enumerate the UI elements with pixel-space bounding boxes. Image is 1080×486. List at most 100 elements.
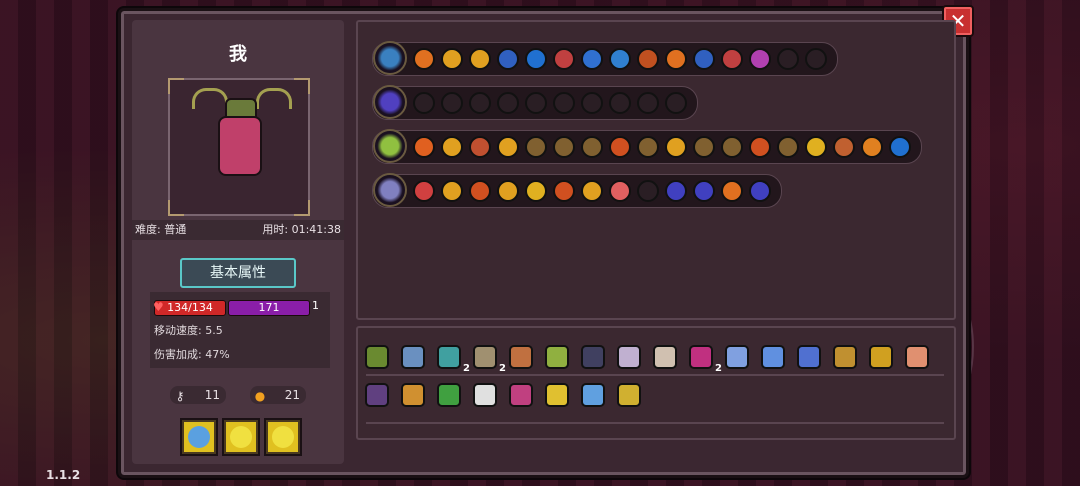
chest-icon[interactable] bbox=[373, 41, 407, 75]
difficulty-label: 难度: 普通 bbox=[135, 223, 187, 236]
map-icon[interactable]: 2 bbox=[436, 344, 470, 374]
rune-slot[interactable] bbox=[777, 136, 799, 158]
rune-slot[interactable] bbox=[637, 136, 659, 158]
rune-slot[interactable] bbox=[609, 92, 631, 114]
rune-slot[interactable] bbox=[497, 48, 519, 70]
potion-slot[interactable] bbox=[264, 418, 302, 456]
rune-slot[interactable] bbox=[525, 48, 547, 70]
rune-slot[interactable] bbox=[833, 136, 855, 158]
rune-slot[interactable] bbox=[749, 136, 771, 158]
rune-slot[interactable] bbox=[497, 180, 519, 202]
rune-slot[interactable] bbox=[497, 136, 519, 158]
inventory-panel: 2 2 2 bbox=[356, 326, 956, 440]
tab-basic-attributes[interactable]: 基本属性 bbox=[180, 258, 296, 288]
rune-slot[interactable] bbox=[665, 180, 687, 202]
meat-icon[interactable] bbox=[904, 344, 930, 370]
item-glyph bbox=[833, 345, 857, 369]
rune-slot[interactable] bbox=[889, 136, 911, 158]
rune-slot[interactable] bbox=[581, 48, 603, 70]
rune-slot[interactable] bbox=[413, 92, 435, 114]
card-icon[interactable] bbox=[400, 382, 426, 408]
rune-slot[interactable] bbox=[777, 48, 799, 70]
rune-slot[interactable] bbox=[441, 180, 463, 202]
log-icon[interactable] bbox=[508, 344, 534, 370]
crystal-icon[interactable] bbox=[724, 344, 750, 370]
item-glyph bbox=[365, 345, 389, 369]
teeth-icon[interactable] bbox=[472, 382, 498, 408]
rune-slot[interactable] bbox=[637, 48, 659, 70]
staff-icon[interactable] bbox=[373, 129, 407, 163]
pot-icon[interactable] bbox=[436, 382, 462, 408]
gem-icon[interactable] bbox=[796, 344, 822, 370]
item-glyph bbox=[509, 383, 533, 407]
rune-slot[interactable] bbox=[469, 92, 491, 114]
rune-slot[interactable] bbox=[553, 48, 575, 70]
rune-slot[interactable] bbox=[441, 48, 463, 70]
rock-icon[interactable] bbox=[580, 344, 606, 370]
potion-slot[interactable] bbox=[222, 418, 260, 456]
rune-slot[interactable] bbox=[693, 136, 715, 158]
rune-slot[interactable] bbox=[805, 136, 827, 158]
bone-icon[interactable] bbox=[652, 344, 678, 370]
magnifier-icon[interactable] bbox=[580, 382, 606, 408]
rune-slot[interactable] bbox=[637, 180, 659, 202]
rune-slot[interactable] bbox=[441, 92, 463, 114]
rune-slot[interactable] bbox=[693, 48, 715, 70]
cup-icon[interactable] bbox=[544, 382, 570, 408]
rune-slot[interactable] bbox=[721, 136, 743, 158]
amulet-icon[interactable] bbox=[832, 344, 858, 370]
rune-slot[interactable] bbox=[581, 180, 603, 202]
rune-slot[interactable] bbox=[525, 136, 547, 158]
rune-slot[interactable] bbox=[581, 136, 603, 158]
vortex-icon[interactable] bbox=[373, 85, 407, 119]
flower-icon[interactable]: 2 bbox=[688, 344, 722, 374]
rune-slot[interactable] bbox=[721, 180, 743, 202]
egg-icon[interactable] bbox=[760, 344, 786, 370]
rune-slot[interactable] bbox=[693, 180, 715, 202]
rune-slot[interactable] bbox=[637, 92, 659, 114]
rune-slot[interactable] bbox=[413, 48, 435, 70]
key-count: 11 bbox=[204, 388, 220, 402]
item-count: 2 bbox=[715, 363, 722, 374]
potion-slot[interactable] bbox=[180, 418, 218, 456]
bag-icon[interactable] bbox=[364, 382, 390, 408]
rune-slot[interactable] bbox=[525, 92, 547, 114]
rune-slot[interactable] bbox=[665, 92, 687, 114]
rune-slot[interactable] bbox=[469, 136, 491, 158]
rune-slot[interactable] bbox=[665, 48, 687, 70]
fish-icon[interactable]: 2 bbox=[472, 344, 506, 374]
rune-slot[interactable] bbox=[721, 48, 743, 70]
item-glyph bbox=[509, 345, 533, 369]
rune-slot[interactable] bbox=[413, 180, 435, 202]
rune-slot[interactable] bbox=[609, 180, 631, 202]
rune-slot[interactable] bbox=[441, 136, 463, 158]
scroll-icon[interactable] bbox=[400, 344, 426, 370]
rune-slot[interactable] bbox=[665, 136, 687, 158]
inventory-divider bbox=[366, 422, 944, 424]
rune-slot[interactable] bbox=[553, 136, 575, 158]
spear-icon[interactable] bbox=[373, 173, 407, 207]
rune-slot[interactable] bbox=[861, 136, 883, 158]
rune-slot[interactable] bbox=[805, 48, 827, 70]
pickaxe-icon[interactable] bbox=[868, 344, 894, 370]
feather-icon[interactable] bbox=[616, 344, 642, 370]
rune-slot[interactable] bbox=[609, 48, 631, 70]
shield-icon[interactable] bbox=[508, 382, 534, 408]
rune-slot[interactable] bbox=[469, 180, 491, 202]
rune-slot[interactable] bbox=[469, 48, 491, 70]
hp-value: 134/134 bbox=[167, 301, 213, 314]
rune-slot[interactable] bbox=[749, 180, 771, 202]
rune-slot[interactable] bbox=[553, 92, 575, 114]
rune-slot[interactable] bbox=[553, 180, 575, 202]
rune-slot[interactable] bbox=[749, 48, 771, 70]
rune-slot[interactable] bbox=[525, 180, 547, 202]
herb-icon[interactable] bbox=[364, 344, 390, 370]
cricket-icon[interactable] bbox=[544, 344, 570, 370]
rune-slot[interactable] bbox=[609, 136, 631, 158]
item-count: 2 bbox=[463, 363, 470, 374]
rune-slot[interactable] bbox=[497, 92, 519, 114]
rune-slot[interactable] bbox=[413, 136, 435, 158]
coin-icon: ● bbox=[254, 389, 266, 403]
rune-slot[interactable] bbox=[581, 92, 603, 114]
worm-icon[interactable] bbox=[616, 382, 642, 408]
